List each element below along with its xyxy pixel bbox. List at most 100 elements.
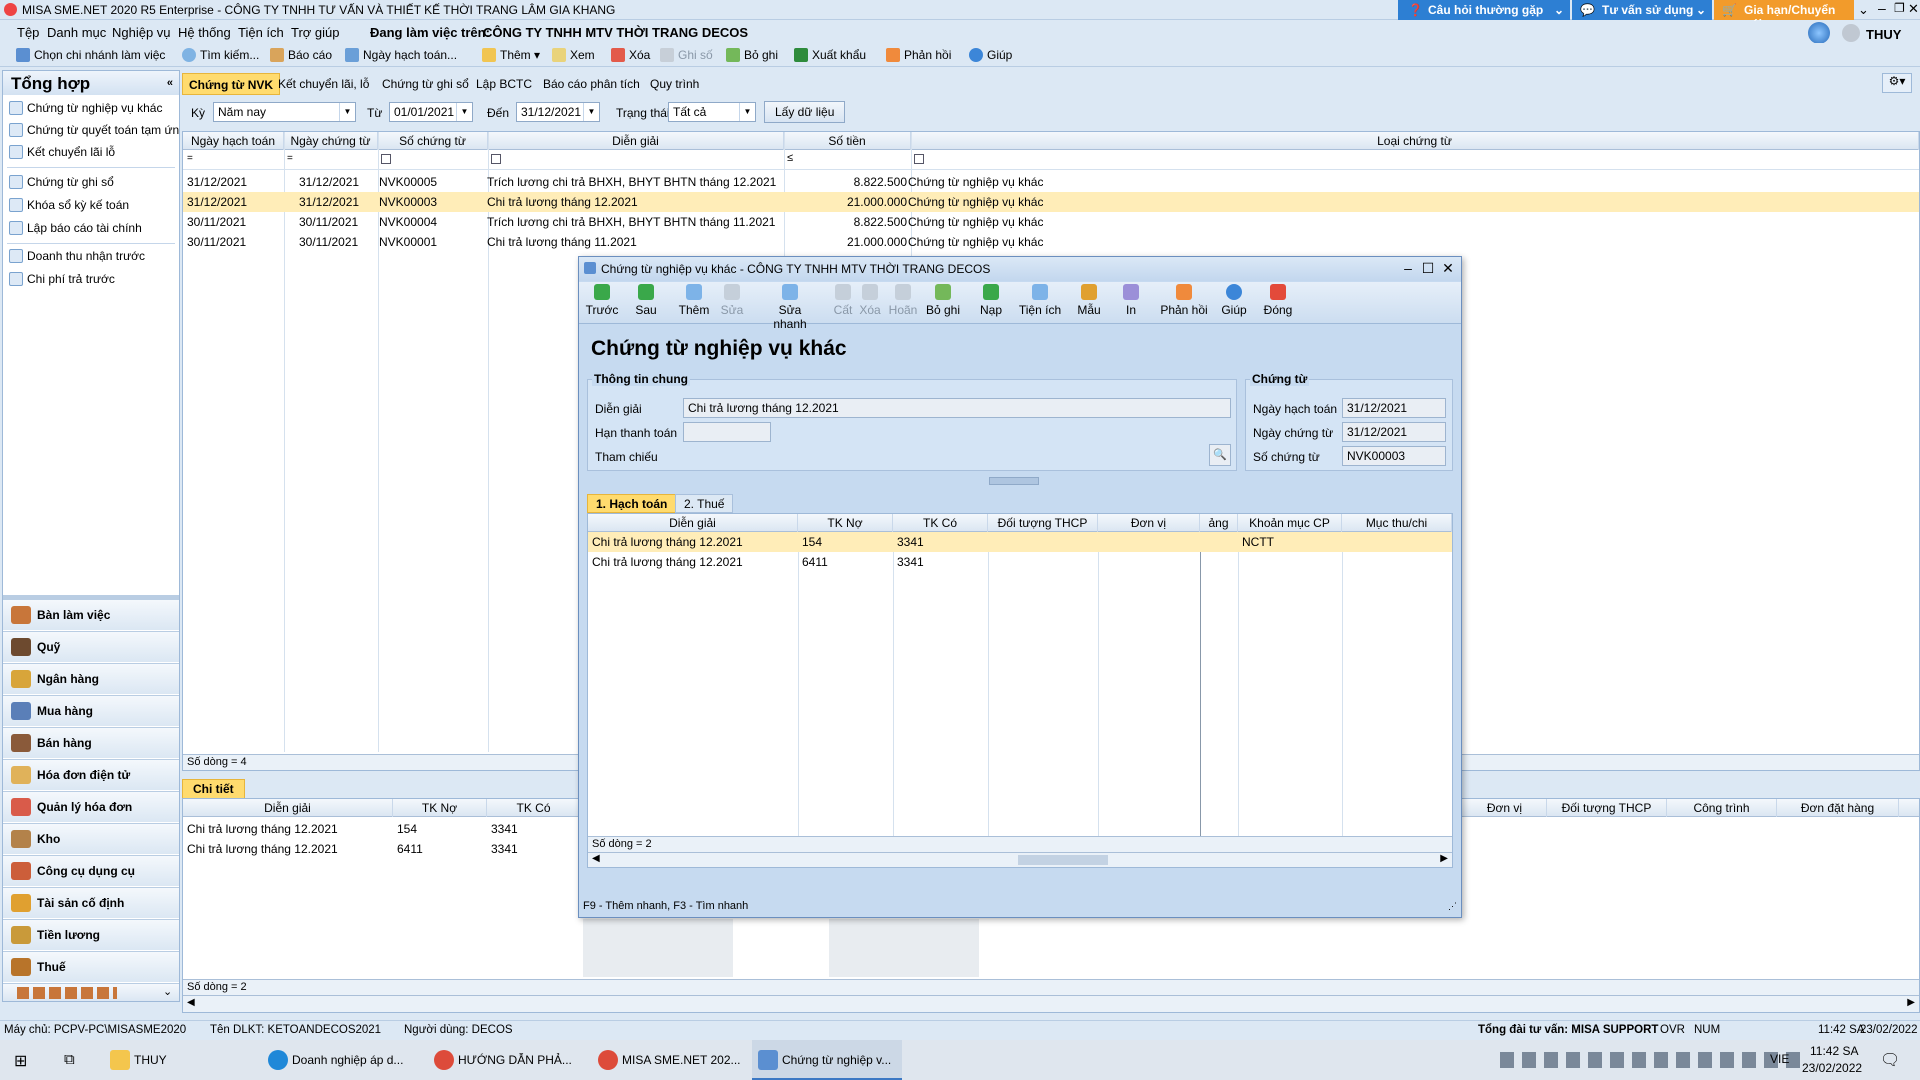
scroll-right-icon[interactable]: ▶ — [1440, 853, 1448, 864]
minimize-icon[interactable]: – — [1399, 260, 1417, 276]
gear-icon[interactable]: ⚙▾ — [1882, 73, 1912, 93]
nav-bank[interactable]: Ngân hàng — [3, 663, 179, 694]
nav-cash[interactable]: Quỹ — [3, 631, 179, 662]
nav-purchase[interactable]: Mua hàng — [3, 695, 179, 726]
utilities-button[interactable]: Tiện ích — [1017, 284, 1063, 317]
edit-button[interactable]: Sửa — [719, 284, 745, 317]
col-amount[interactable]: Số tiền — [784, 132, 911, 150]
close-icon[interactable]: ✕ — [1439, 260, 1457, 277]
tab-analysis-report[interactable]: Báo cáo phân tích — [537, 73, 646, 95]
filter-eq-icon[interactable]: = — [287, 153, 293, 164]
unpost-button[interactable]: Bỏ ghi — [726, 48, 778, 62]
nav-sales[interactable]: Bán hàng — [3, 727, 179, 758]
save-button[interactable]: Cất — [831, 284, 855, 317]
table-row[interactable]: Chi trả lương tháng 12.2021 154 3341 NCT… — [588, 532, 1452, 552]
filter-box-icon[interactable] — [914, 154, 924, 164]
delete-button[interactable]: Xóa — [611, 48, 650, 62]
scroll-left-icon[interactable]: ◀ — [592, 853, 600, 864]
get-data-button[interactable]: Lấy dữ liệu — [764, 101, 846, 123]
filter-box-icon[interactable] — [381, 154, 391, 164]
taskbar-item-chrome[interactable]: HƯỚNG DẪN PHẢ... — [428, 1040, 586, 1080]
scroll-right-icon[interactable]: ▶ — [1907, 997, 1915, 1008]
tab-detail[interactable]: Chi tiết — [182, 779, 245, 799]
menu-system[interactable]: Hệ thống — [178, 25, 231, 40]
windows-start-icon[interactable]: ⊞ — [14, 1051, 27, 1071]
report-button[interactable]: Báo cáo — [270, 48, 332, 62]
print-button[interactable]: In — [1117, 284, 1145, 317]
tray-icons[interactable] — [1500, 1052, 1800, 1068]
unpost-button[interactable]: Bỏ ghi — [925, 284, 961, 317]
nav-desk[interactable]: Bàn làm việc — [3, 599, 179, 630]
prev-button[interactable]: Trước — [585, 284, 619, 317]
nav-payroll[interactable]: Tiền lương — [3, 919, 179, 950]
col-credit[interactable]: TK Có — [893, 514, 988, 532]
sidebar-item-other-voucher[interactable]: Chứng từ nghiệp vụ khác — [9, 101, 162, 121]
mini-module-icons[interactable] — [17, 987, 117, 999]
table-row[interactable]: 30/11/2021 30/11/2021 NVK00004 Trích lươ… — [183, 212, 1919, 232]
scroll-thumb[interactable] — [1018, 855, 1108, 865]
avatar[interactable] — [1842, 24, 1860, 42]
col-description[interactable]: Diễn giải — [588, 514, 798, 532]
nav-fixed-assets[interactable]: Tài sản cố định — [3, 887, 179, 918]
sidebar-item-prepaid-expense[interactable]: Chi phí trả trước — [9, 272, 115, 292]
col-debit[interactable]: TK Nợ — [393, 799, 487, 817]
from-date[interactable]: 01/01/2021 ▼ — [389, 102, 473, 122]
help-button[interactable]: Giúp — [969, 48, 1012, 62]
taskbar-item-edge[interactable]: Doanh nghiệp áp d... — [262, 1040, 420, 1080]
nav-tools[interactable]: Công cụ dụng cụ — [3, 855, 179, 886]
col-description[interactable]: Diễn giải — [183, 799, 393, 817]
postpone-button[interactable]: Hoãn — [887, 284, 919, 317]
nav-inventory[interactable]: Kho — [3, 823, 179, 854]
taskbar-time[interactable]: 11:42 SA — [1810, 1044, 1858, 1058]
minimize-icon[interactable]: – — [1878, 0, 1886, 16]
template-button[interactable]: Mẫu — [1073, 284, 1105, 317]
nav-invoice-management[interactable]: Quản lý hóa đơn — [3, 791, 179, 822]
voucher-no-input[interactable]: NVK00003 — [1342, 446, 1446, 466]
post-button[interactable]: Ghi số — [660, 48, 713, 62]
more-icon[interactable]: ⌄ — [163, 985, 172, 998]
tab-process[interactable]: Quy trình — [644, 73, 705, 95]
col-income-expense[interactable]: Mục thu/chi — [1342, 514, 1452, 532]
feedback-button[interactable]: Phản hồi — [886, 48, 951, 62]
col-partial[interactable]: ảng — [1200, 514, 1238, 532]
resize-grip-icon[interactable]: ⋰ — [1448, 901, 1457, 912]
col-unit[interactable]: Đơn vị — [1463, 799, 1547, 817]
col-posting-date[interactable]: Ngày hạch toán — [183, 132, 284, 150]
posting-date-button[interactable]: Ngày hạch toán... — [345, 48, 457, 62]
col-voucher-date[interactable]: Ngày chứng từ — [284, 132, 378, 150]
col-voucher-no[interactable]: Số chứng từ — [378, 132, 488, 150]
user-name[interactable]: THUY — [1866, 27, 1901, 42]
sidebar-item-financial-report[interactable]: Lập báo cáo tài chính — [9, 221, 142, 241]
notification-icon[interactable]: 🗨 — [1880, 1050, 1900, 1070]
renew-button[interactable]: 🛒 Gia hạn/Chuyển gói — [1714, 0, 1854, 31]
menu-utilities[interactable]: Tiện ích — [238, 25, 284, 40]
export-button[interactable]: Xuất khẩu — [794, 48, 866, 62]
col-debit[interactable]: TK Nợ — [798, 514, 893, 532]
next-button[interactable]: Sau — [631, 284, 661, 317]
taskbar-item-folder[interactable]: THUY — [104, 1040, 254, 1080]
search-icon[interactable]: 🔍 — [1209, 444, 1231, 466]
menu-operations[interactable]: Nghiệp vụ — [112, 25, 171, 40]
col-cost-item[interactable]: Khoản mục CP — [1238, 514, 1342, 532]
quick-edit-button[interactable]: Sửa nhanh — [761, 284, 819, 331]
language-indicator[interactable]: VIE — [1770, 1052, 1789, 1066]
maximize-icon[interactable]: ☐ — [1419, 260, 1437, 277]
menu-help[interactable]: Trợ giúp — [291, 25, 340, 40]
col-project[interactable]: Công trình — [1667, 799, 1777, 817]
period-select[interactable]: Năm nay ▼ — [213, 102, 356, 122]
taskbar-item-misa[interactable]: MISA SME.NET 202... — [592, 1040, 750, 1080]
col-voucher-type[interactable]: Loại chứng từ — [911, 132, 1919, 150]
sidebar-item-prepaid-revenue[interactable]: Doanh thu nhận trước — [9, 249, 145, 269]
consult-button[interactable]: 💬 Tư vấn sử dụng ⌄ — [1572, 0, 1712, 20]
voucher-date-input[interactable]: 31/12/2021 — [1342, 422, 1446, 442]
filter-eq-icon[interactable]: = — [187, 153, 193, 164]
view-button[interactable]: Xem — [552, 48, 595, 62]
due-input[interactable] — [683, 422, 771, 442]
table-row[interactable]: 30/11/2021 30/11/2021 NVK00001 Chi trả l… — [183, 232, 1919, 252]
desc-input[interactable]: Chi trả lương tháng 12.2021 — [683, 398, 1231, 418]
to-date[interactable]: 31/12/2021 ▼ — [516, 102, 600, 122]
taskbar-item-voucher[interactable]: Chứng từ nghiệp v... — [752, 1040, 902, 1080]
table-row[interactable]: Chi trả lương tháng 12.2021 6411 3341 — [588, 552, 1452, 572]
horizontal-scrollbar[interactable]: ◀ ▶ — [183, 995, 1919, 1012]
table-row[interactable]: 31/12/2021 31/12/2021 NVK00005 Trích lươ… — [183, 172, 1919, 192]
